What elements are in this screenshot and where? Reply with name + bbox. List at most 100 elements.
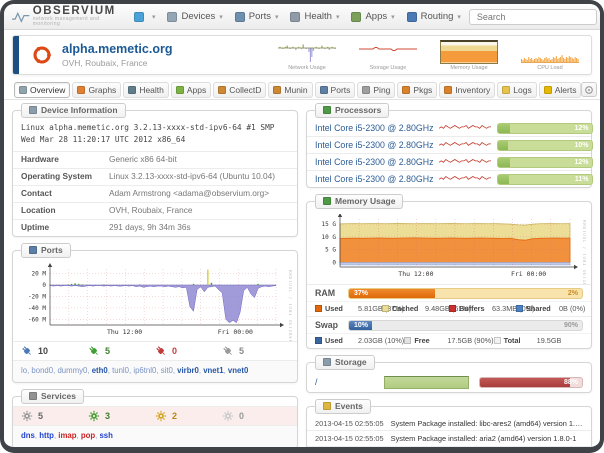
processors-panel: Processors Intel Core i5-2300 @ 2.80GHz …	[306, 110, 592, 188]
service-link[interactable]: ssh	[99, 431, 112, 440]
account-menu[interactable]: ▾	[599, 8, 604, 25]
caret-down-icon: ▾	[275, 13, 279, 21]
settings-button[interactable]	[600, 82, 604, 97]
tab[interactable]: Apps	[171, 82, 211, 98]
search-input[interactable]	[469, 9, 597, 25]
device-location: OVH, Roubaix, France	[62, 58, 172, 69]
refresh-icon	[584, 85, 594, 95]
menu-item[interactable]: Apps ▾	[345, 8, 400, 25]
header-mini-graph[interactable]: Memory Usage	[440, 40, 498, 71]
service-link[interactable]: http	[39, 431, 58, 440]
header-mini-graph[interactable]: Storage Usage	[359, 40, 417, 71]
device-hostname[interactable]: alpha.memetic.org	[62, 42, 172, 58]
port-count: 10	[21, 345, 88, 357]
header-mini-graph[interactable]: Network Usage	[278, 40, 336, 71]
header-mini-graphs: Network Usage Storage Usage Memory Usage…	[278, 40, 591, 71]
events-panel: Events 2013-04-15 02:55:05 System Packag…	[306, 406, 592, 453]
tab[interactable]: Overview	[14, 82, 70, 98]
storage-usage-bar: 88%	[479, 377, 583, 388]
legend-item: Shared 0B (0%)	[516, 304, 583, 313]
device-info-row: Uptime 291 days, 9h 34m 36s	[13, 219, 297, 236]
processor-name[interactable]: Intel Core i5-2300 @ 2.80GHz	[315, 123, 433, 133]
port-link[interactable]: vnet0	[228, 366, 248, 375]
port-count-value: 5	[239, 346, 244, 356]
tab[interactable]: Logs	[497, 82, 536, 98]
tab[interactable]: Ports	[315, 82, 356, 98]
port-link[interactable]: dummy0	[57, 366, 91, 375]
events-icon	[323, 402, 331, 410]
ports-traffic-graph[interactable]: 20 M0-20 M-40 M-60 MThu 12:00Fri 00:00RR…	[13, 260, 297, 341]
menu-label: Ports	[249, 11, 271, 22]
device-tabs: Overview Graphs Health Apps	[14, 82, 581, 98]
refresh-button[interactable]	[581, 82, 597, 97]
caret-down-icon: ▾	[457, 13, 461, 21]
tab[interactable]: Ping	[357, 82, 395, 98]
port-link[interactable]: sit0	[161, 366, 177, 375]
cpu-sparkline-graph	[439, 157, 491, 168]
swap-label: Swap	[315, 320, 341, 330]
service-link[interactable]: dns	[21, 431, 39, 440]
observium-logo[interactable]: OBSERVIUM network management and monitor…	[12, 6, 118, 28]
world-menu-icon	[134, 12, 144, 22]
service-count: 3	[88, 410, 155, 422]
port-link[interactable]: ip6tnl0	[133, 366, 160, 375]
ports-disabled-icon	[222, 345, 234, 357]
legend-swatch	[382, 305, 389, 312]
svg-text:Fri 00:00: Fri 00:00	[511, 270, 546, 278]
menu-item[interactable]: Ports ▾	[229, 8, 285, 25]
service-link[interactable]: imap	[58, 431, 81, 440]
ram-usage-bar: 37% 2%	[348, 288, 583, 299]
port-link[interactable]: lo	[21, 366, 31, 375]
port-link[interactable]: tunl0	[112, 366, 133, 375]
panel-title-ports: Ports	[21, 243, 71, 258]
tab[interactable]: Alerts	[539, 82, 582, 98]
storage-mount[interactable]: /	[315, 377, 374, 387]
tab[interactable]: Inventory	[439, 82, 495, 98]
service-count: 0	[222, 410, 289, 422]
port-link[interactable]: eth0	[92, 366, 112, 375]
service-link[interactable]: pop	[81, 431, 100, 440]
mini-graph-label: CPU Load	[537, 65, 562, 71]
caret-down-icon: ▾	[219, 13, 223, 21]
tab[interactable]: Munin	[268, 82, 312, 98]
ports-up-icon	[88, 345, 100, 357]
tab[interactable]: Graphs	[72, 82, 121, 98]
device-info-row: Contact Adam Armstrong <adama@observium.…	[13, 185, 297, 202]
logs-icon	[502, 86, 510, 94]
port-link[interactable]: virbr0	[177, 366, 203, 375]
menu-item[interactable]: Devices ▾	[161, 8, 228, 25]
menu-item[interactable]: ▾	[128, 9, 162, 25]
tab[interactable]: Health	[123, 82, 169, 98]
port-link[interactable]: bond0	[31, 366, 57, 375]
processor-name[interactable]: Intel Core i5-2300 @ 2.80GHz	[315, 157, 433, 167]
menu-item[interactable]: Routing ▾	[401, 8, 467, 25]
memory-usage-graph[interactable]: 15 G10 G5 G0Thu 12:00Fri 00:00RRDTOOL / …	[307, 211, 591, 284]
legend-swatch	[516, 305, 523, 312]
ports-panel: Ports 20 M0-20 M-40 M-60 MThu 12:00Fri 0…	[12, 250, 298, 383]
mini-graph-label: Storage Usage	[370, 65, 407, 71]
header-mini-graph[interactable]: CPU Load	[521, 40, 579, 71]
services-warning-icon	[155, 410, 167, 422]
processor-name[interactable]: Intel Core i5-2300 @ 2.80GHz	[315, 140, 433, 150]
menu-item[interactable]: Health ▾	[284, 8, 345, 25]
svg-text:10 G: 10 G	[322, 234, 337, 241]
cpu-sparkline-graph	[439, 123, 491, 134]
services-list: dns http imap pop ssh	[13, 425, 297, 447]
tab-label: Graphs	[88, 85, 116, 95]
menu-label: Apps	[365, 11, 387, 22]
services-counts: 5	[13, 406, 297, 425]
mini-graph-label: Memory Usage	[450, 65, 487, 71]
mini-graph-plot	[440, 40, 498, 64]
devices-menu-icon	[167, 12, 177, 22]
processor-name[interactable]: Intel Core i5-2300 @ 2.80GHz	[315, 174, 433, 184]
services-down-icon	[222, 410, 234, 422]
tab-label: Health	[139, 85, 164, 95]
ubuntu-logo-icon	[31, 44, 53, 66]
tab[interactable]: CollectD	[213, 82, 266, 98]
event-row: 2013-04-15 02:55:05 System Package insta…	[307, 430, 591, 445]
navbar: OBSERVIUM network management and monitor…	[4, 4, 600, 30]
port-link[interactable]: vnet1	[203, 366, 228, 375]
tab[interactable]: Pkgs	[397, 82, 437, 98]
overview-icon	[19, 86, 27, 94]
memory-usage-panel: Memory Usage 15 G10 G5 G0Thu 12:00Fri 00…	[306, 201, 592, 349]
